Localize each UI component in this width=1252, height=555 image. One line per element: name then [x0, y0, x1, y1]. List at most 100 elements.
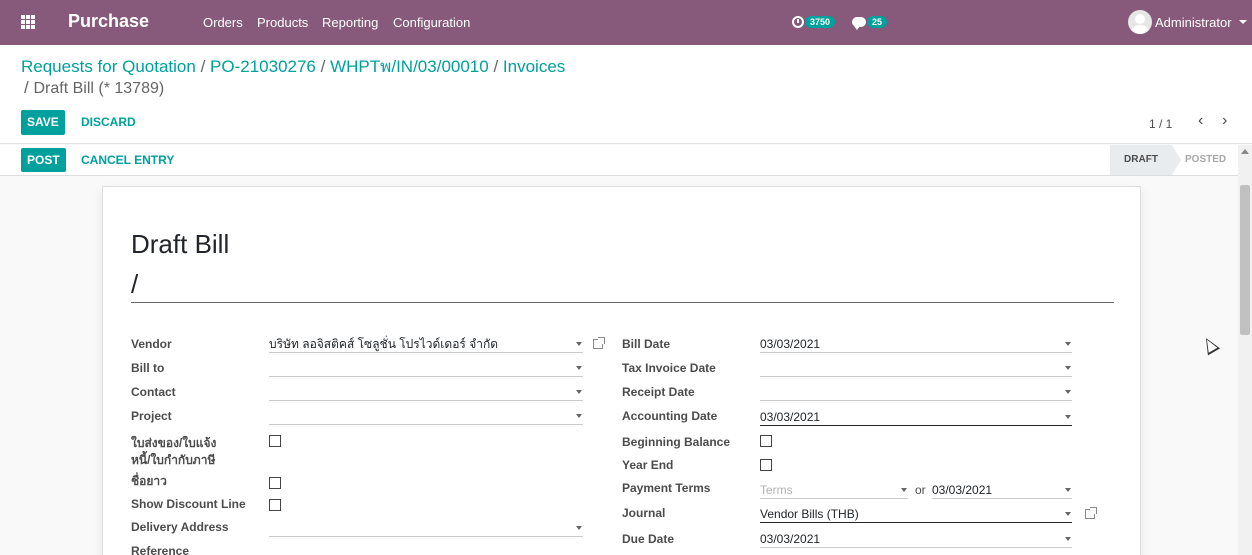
document-type: Draft Bill: [131, 229, 230, 259]
year-end-label: Year End: [622, 458, 674, 472]
payment-terms-placeholder: Terms: [760, 483, 793, 497]
delivery-address-label: Delivery Address: [131, 520, 229, 534]
year-end-checkbox[interactable]: [760, 459, 772, 471]
save-button[interactable]: SAVE: [21, 110, 65, 135]
project-field[interactable]: [269, 405, 583, 425]
bill-to-label: Bill to: [131, 361, 165, 375]
show-discount-line-label: Show Discount Line: [131, 497, 246, 511]
beginning-balance-label: Beginning Balance: [622, 435, 731, 449]
bill-date-field[interactable]: 03/03/2021: [760, 333, 1072, 353]
clock-icon: [792, 16, 804, 28]
accounting-date-value: 03/03/2021: [760, 410, 821, 424]
discard-button[interactable]: DISCARD: [75, 110, 142, 135]
messaging-menu[interactable]: 25: [852, 11, 888, 33]
avatar: [1128, 10, 1152, 34]
scroll-up-icon[interactable]: [1241, 149, 1249, 154]
menu-products[interactable]: Products: [257, 15, 308, 30]
contact-label: Contact: [131, 385, 176, 399]
dropdown-caret-icon[interactable]: [1065, 488, 1071, 492]
scroll-thumb[interactable]: [1240, 185, 1250, 335]
menu-configuration[interactable]: Configuration: [393, 15, 470, 30]
dropdown-caret-icon[interactable]: [576, 366, 582, 370]
pager-value[interactable]: 1 / 1: [1149, 117, 1172, 131]
vendor-field[interactable]: บริษัท ลอจิสติคส์ โซลูชั่น โปรไวด์เดอร์ …: [269, 333, 583, 353]
dropdown-caret-icon[interactable]: [576, 526, 582, 530]
menu-reporting[interactable]: Reporting: [322, 15, 378, 30]
breadcrumb-separator: /: [200, 57, 206, 76]
breadcrumb-separator: /: [493, 57, 499, 76]
pager-next-icon[interactable]: ›: [1222, 112, 1227, 130]
breadcrumb-picking[interactable]: WHPTพ/IN/03/00010: [330, 57, 489, 76]
form-sheet: Draft Bill / Vendor Bill to Contact Proj…: [102, 186, 1141, 555]
dropdown-caret-icon[interactable]: [1065, 390, 1071, 394]
activity-menu[interactable]: 3750: [792, 11, 836, 33]
beginning-balance-checkbox[interactable]: [760, 435, 772, 447]
receipt-date-label: Receipt Date: [622, 385, 695, 399]
payment-terms-field[interactable]: Terms: [760, 479, 908, 499]
due-date-value: 03/03/2021: [760, 532, 821, 546]
dropdown-caret-icon[interactable]: [576, 414, 582, 418]
tax-invoice-date-field[interactable]: [760, 357, 1072, 377]
message-count-badge: 25: [867, 16, 888, 28]
mouse-cursor-icon: [1199, 334, 1221, 356]
long-name-checkbox[interactable]: [269, 477, 281, 489]
project-label: Project: [131, 409, 172, 423]
control-panel: Requests for Quotation / PO-21030276 / W…: [0, 45, 1252, 144]
bill-to-field[interactable]: [269, 357, 583, 377]
accounting-date-field[interactable]: 03/03/2021: [760, 406, 1072, 426]
delivery-address-field[interactable]: [269, 517, 583, 537]
post-button[interactable]: POST: [21, 148, 66, 172]
dropdown-caret-icon[interactable]: [1065, 342, 1071, 346]
dropdown-caret-icon[interactable]: [1065, 415, 1071, 419]
payment-terms-date-value: 03/03/2021: [932, 483, 993, 497]
journal-field[interactable]: Vendor Bills (THB): [760, 503, 1072, 523]
user-menu[interactable]: Administrator: [1128, 10, 1247, 34]
statusbar: POST CANCEL ENTRY DRAFT POSTED: [0, 145, 1238, 176]
tax-invoice-date-label: Tax Invoice Date: [622, 361, 716, 375]
breadcrumb-separator: /: [24, 78, 29, 97]
payment-terms-date-field[interactable]: 03/03/2021: [932, 479, 1072, 499]
vendor-value: บริษัท ลอจิสติคส์ โซลูชั่น โปรไวด์เดอร์ …: [269, 337, 499, 351]
breadcrumb-rfq[interactable]: Requests for Quotation: [21, 57, 196, 76]
breadcrumb-invoices[interactable]: Invoices: [503, 57, 565, 76]
app-title[interactable]: Purchase: [68, 11, 149, 32]
vendor-label: Vendor: [131, 337, 172, 351]
dropdown-caret-icon[interactable]: [576, 342, 582, 346]
long-name-label: ชื่อยาว: [131, 474, 167, 488]
breadcrumb: Requests for Quotation / PO-21030276 / W…: [21, 56, 621, 99]
status-posted[interactable]: POSTED: [1185, 145, 1226, 175]
chat-icon: [852, 17, 866, 30]
pager-previous-icon[interactable]: ‹: [1198, 112, 1203, 130]
bill-date-value: 03/03/2021: [760, 337, 821, 351]
apps-menu-icon[interactable]: [21, 15, 35, 29]
payment-terms-label: Payment Terms: [622, 481, 711, 495]
status-draft: DRAFT: [1110, 145, 1181, 175]
cancel-entry-button[interactable]: CANCEL ENTRY: [75, 148, 180, 172]
due-date-field[interactable]: 03/03/2021: [760, 528, 1072, 548]
journal-label: Journal: [622, 506, 666, 520]
dropdown-caret-icon[interactable]: [1065, 512, 1071, 516]
bill-date-label: Bill Date: [622, 337, 671, 351]
journal-value: Vendor Bills (THB): [760, 507, 859, 521]
breadcrumb-po[interactable]: PO-21030276: [210, 57, 316, 76]
dropdown-caret-icon[interactable]: [576, 390, 582, 394]
receipt-date-field[interactable]: [760, 381, 1072, 401]
dropdown-caret-icon[interactable]: [901, 488, 907, 492]
contact-field[interactable]: [269, 381, 583, 401]
scrollbar[interactable]: [1238, 145, 1252, 555]
reference-label: Reference: [131, 544, 190, 555]
dropdown-caret-icon[interactable]: [1065, 366, 1071, 370]
document-number[interactable]: /: [131, 269, 138, 300]
breadcrumb-separator: /: [320, 57, 326, 76]
external-link-icon[interactable]: [593, 337, 605, 349]
or-label: or: [915, 483, 926, 497]
main-navbar: Purchase Orders Products Reporting Confi…: [0, 0, 1252, 45]
title-underline: [131, 302, 1114, 303]
show-discount-line-checkbox[interactable]: [269, 499, 281, 511]
delivery-tax-invoice-label: ใบส่งของ/ใบแจ้งหนี้/ใบกำกับภาษี: [131, 436, 217, 467]
menu-orders[interactable]: Orders: [203, 15, 243, 30]
external-link-icon[interactable]: [1085, 507, 1097, 519]
dropdown-caret-icon[interactable]: [1065, 537, 1071, 541]
delivery-tax-invoice-checkbox[interactable]: [269, 435, 281, 447]
accounting-date-label: Accounting Date: [622, 409, 718, 423]
